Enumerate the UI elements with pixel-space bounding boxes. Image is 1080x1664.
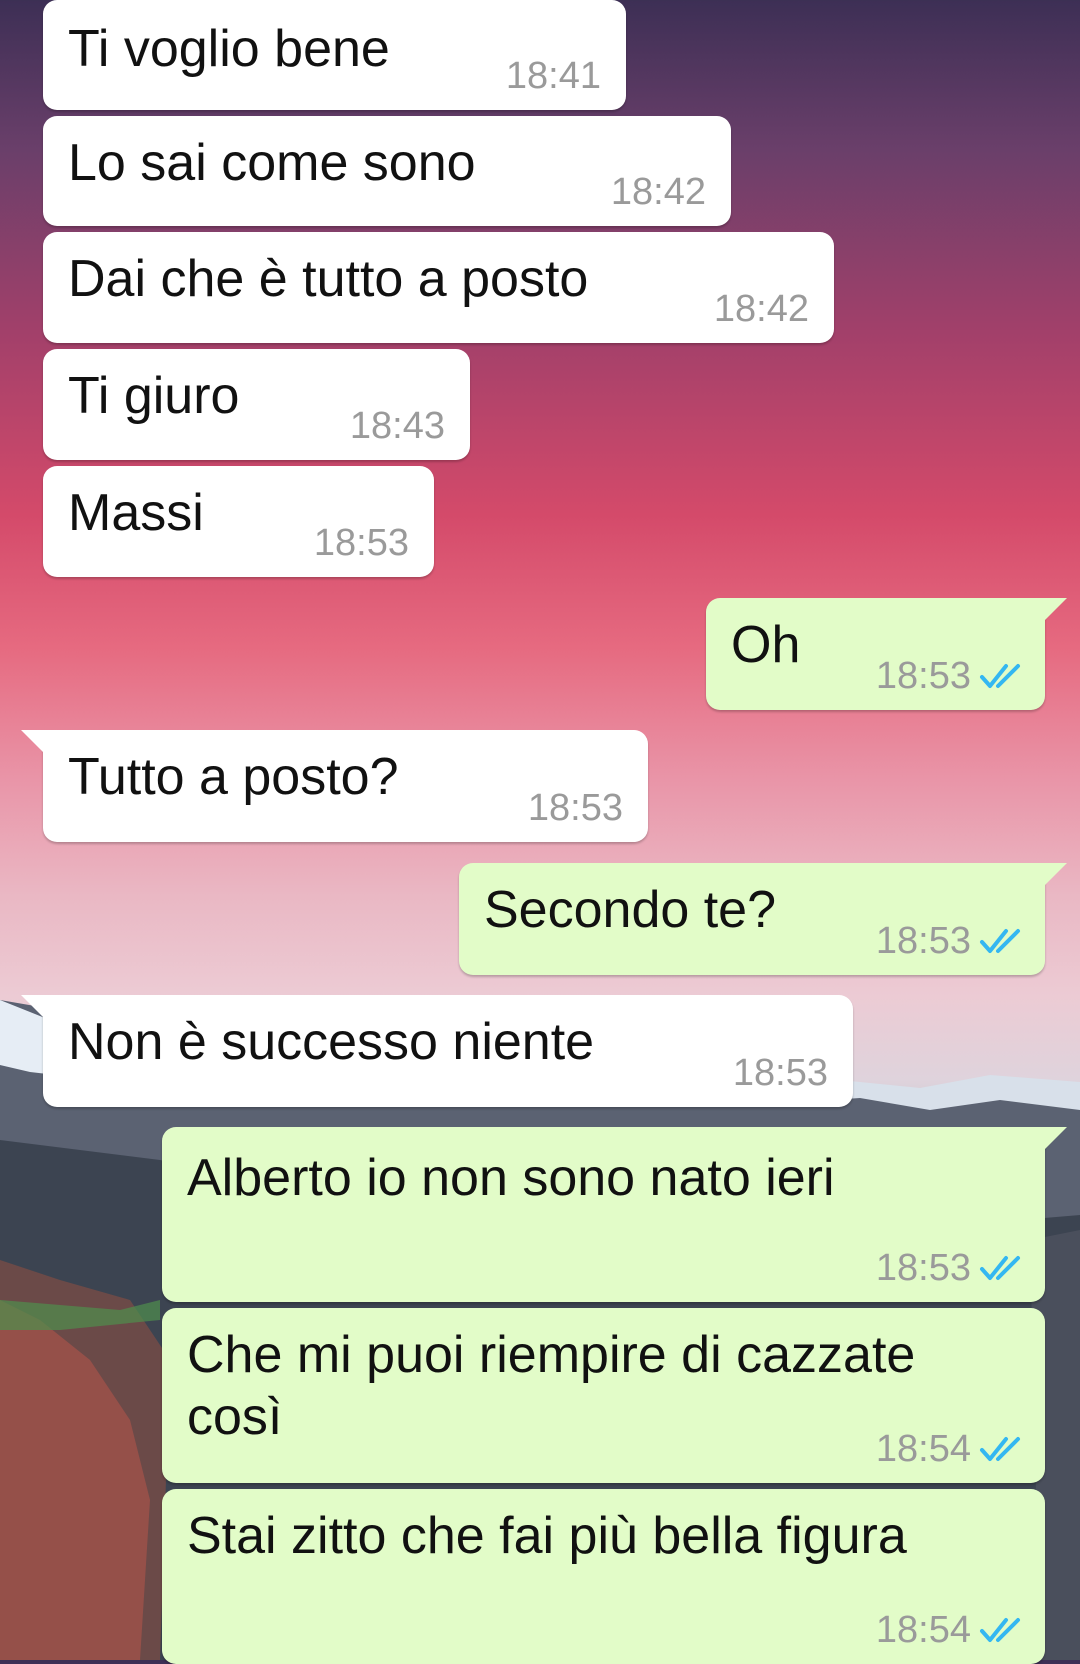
message-meta: 18:54 [876,1608,1025,1652]
outgoing-message-bubble[interactable]: Secondo te? 18:53 [459,863,1067,975]
message-text: Ti voglio bene [68,20,390,78]
message-meta: 18:53 [876,1246,1025,1290]
message-text: Non è successo niente [68,1013,595,1071]
message-text: Secondo te? [484,881,777,939]
outgoing-message-bubble[interactable]: Oh 18:53 [706,598,1067,710]
message-timestamp: 18:53 [527,787,623,829]
message-timestamp: 18:54 [875,1428,971,1470]
message-text: Ti giuro [68,367,240,425]
message-timestamp: 18:42 [610,171,706,213]
incoming-message-bubble[interactable]: Tutto a posto? 18:53 [21,730,648,842]
incoming-message-bubble[interactable]: Non è successo niente 18:53 [21,995,853,1107]
message-text: Massi [68,484,204,542]
message-meta: 18:53 [876,919,1025,963]
double-check-icon [980,1437,1020,1461]
message-timestamp: 18:54 [875,1609,971,1651]
message-timestamp: 18:41 [505,55,601,97]
message-timestamp: 18:53 [313,522,409,564]
message-meta: 18:42 [611,170,706,214]
bubble-tail [21,730,47,756]
message-meta: 18:42 [714,287,809,331]
incoming-message-bubble[interactable]: Lo sai come sono 18:42 [43,116,731,226]
message-text: Tutto a posto? [68,748,399,806]
bubble-tail [1041,598,1067,624]
outgoing-message-bubble[interactable]: Che mi puoi riempire di cazzate così 18:… [162,1308,1045,1483]
message-text: Lo sai come sono [68,134,476,192]
bubble-tail [1041,863,1067,889]
message-timestamp: 18:53 [875,920,971,962]
message-text: Oh [731,616,801,674]
outgoing-message-bubble[interactable]: Alberto io non sono nato ieri 18:53 [162,1127,1067,1302]
incoming-message-bubble[interactable]: Massi 18:53 [43,466,434,577]
message-text: Alberto io non sono nato ieri [187,1149,835,1207]
message-timestamp: 18:42 [713,288,809,330]
double-check-icon [980,664,1020,688]
incoming-message-bubble[interactable]: Ti giuro 18:43 [43,349,470,460]
message-meta: 18:41 [506,54,601,98]
message-meta: 18:53 [876,654,1025,698]
double-check-icon [980,1618,1020,1642]
message-text: Che mi puoi riempire di cazzate così [187,1326,916,1446]
message-meta: 18:53 [314,521,409,565]
message-timestamp: 18:53 [732,1052,828,1094]
bubble-tail [21,995,47,1021]
double-check-icon [980,1256,1020,1280]
outgoing-message-bubble[interactable]: Stai zitto che fai più bella figura 18:5… [162,1489,1045,1664]
message-text: Stai zitto che fai più bella figura [187,1507,907,1565]
message-meta: 18:53 [733,1051,828,1095]
double-check-icon [980,929,1020,953]
message-meta: 18:53 [528,786,623,830]
message-text: Dai che è tutto a posto [68,250,589,308]
bubble-tail [1041,1127,1067,1153]
message-timestamp: 18:43 [349,405,445,447]
message-meta: 18:54 [876,1427,1025,1471]
incoming-message-bubble[interactable]: Dai che è tutto a posto 18:42 [43,232,834,343]
message-timestamp: 18:53 [875,655,971,697]
incoming-message-bubble[interactable]: Ti voglio bene 18:41 [43,0,626,110]
message-timestamp: 18:53 [875,1247,971,1289]
message-meta: 18:43 [350,404,445,448]
